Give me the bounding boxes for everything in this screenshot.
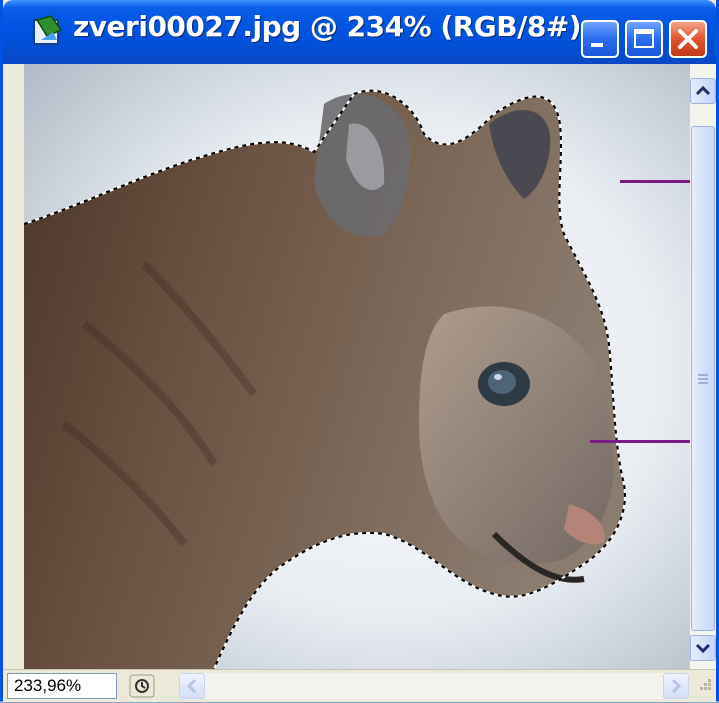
title-bar[interactable]: zveri00027.jpg @ 234% (RGB/8#)	[3, 0, 716, 64]
photoshop-doc-icon	[33, 15, 63, 45]
status-menu-arrow-icon[interactable]	[129, 674, 155, 698]
scroll-down-button[interactable]	[690, 635, 716, 661]
document-window: zveri00027.jpg @ 234% (RGB/8#) 233,96%	[0, 0, 719, 702]
grip-lines-icon	[698, 374, 708, 384]
image-canvas[interactable]	[24, 64, 690, 669]
vertical-scrollbar[interactable]	[690, 64, 716, 669]
scroll-up-button[interactable]	[690, 78, 716, 104]
maximize-button[interactable]	[625, 20, 663, 58]
close-button[interactable]	[669, 20, 707, 58]
window-title: zveri00027.jpg @ 234% (RGB/8#)	[73, 10, 582, 43]
scroll-left-button[interactable]	[179, 673, 205, 699]
chevron-right-icon	[671, 678, 682, 694]
scroll-right-button[interactable]	[663, 673, 689, 699]
maximize-icon	[634, 29, 654, 48]
chevron-left-icon	[186, 678, 197, 694]
chevron-down-icon	[695, 643, 711, 654]
resize-grip-icon[interactable]	[693, 676, 713, 696]
canvas-left-frame	[3, 64, 25, 669]
zoom-level-field[interactable]: 233,96%	[7, 673, 117, 699]
callout-line-bottom	[590, 440, 690, 443]
minimize-button[interactable]	[581, 20, 619, 58]
status-bar: 233,96%	[3, 669, 716, 702]
cougar-photo	[24, 64, 690, 669]
vertical-scroll-thumb[interactable]	[691, 126, 715, 631]
close-icon	[678, 29, 698, 49]
callout-line-top	[620, 180, 690, 183]
chevron-up-icon	[695, 85, 711, 96]
minimize-icon	[591, 43, 603, 47]
horizontal-scrollbar[interactable]	[179, 673, 689, 699]
